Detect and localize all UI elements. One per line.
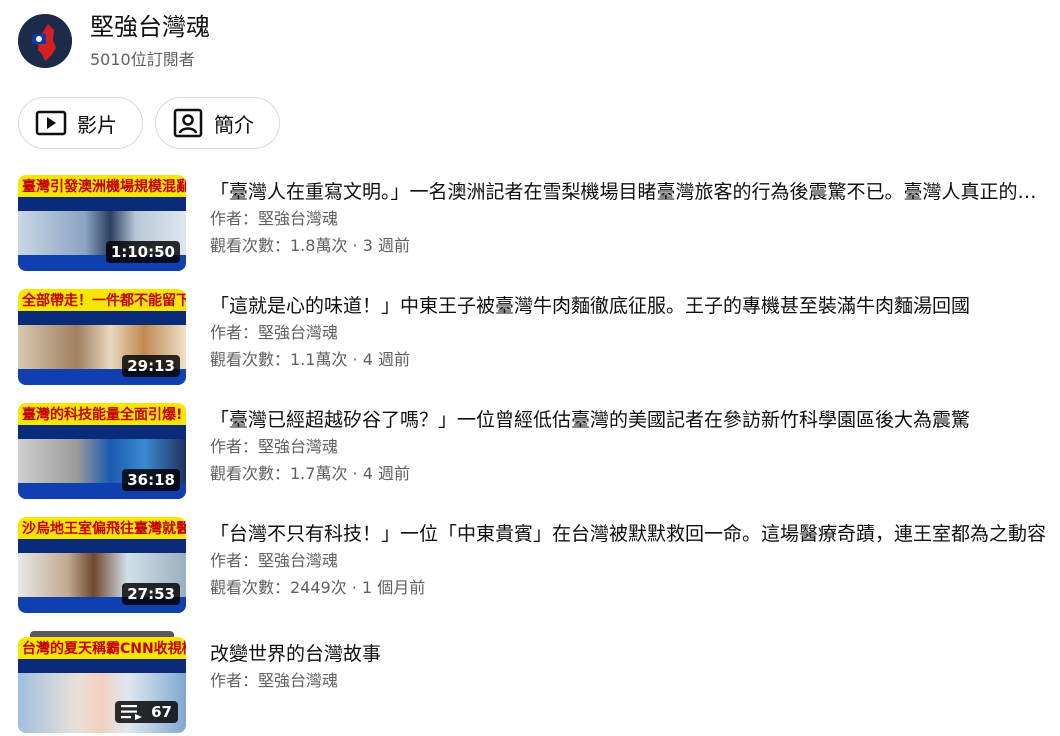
video-thumbnail[interactable]: 全部帶走！一件都不能留下! 29:13 — [18, 289, 186, 385]
thumbnail-headline: 全部帶走！一件都不能留下! — [22, 293, 186, 309]
video-thumbnail[interactable]: 臺灣的科技能量全面引爆! 36:18 — [18, 403, 186, 499]
playlist-item[interactable]: 台灣的夏天稱霸CNN收視榜! 67 改變世界的台灣故事 作者：堅強台灣魂 — [18, 631, 1048, 733]
channel-avatar[interactable] — [18, 14, 72, 68]
channel-header: 堅強台灣魂 5010位訂閱者 — [18, 12, 210, 70]
video-author: 作者：堅強台灣魂 — [210, 437, 339, 456]
tab-about[interactable]: 簡介 — [155, 97, 280, 149]
playlist-title[interactable]: 改變世界的台灣故事 — [210, 641, 1048, 667]
video-title[interactable]: 「這就是心的味道！」中東王子被臺灣牛肉麵徹底征服。王子的專機甚至裝滿牛肉麵湯回國 — [210, 293, 1048, 319]
video-stats: 觀看次數：1.1萬次 · 4 週前 — [210, 350, 410, 369]
video-duration: 29:13 — [122, 355, 180, 377]
profile-icon — [172, 107, 204, 139]
video-duration: 27:53 — [122, 583, 180, 605]
playlist-count: 67 — [151, 703, 172, 721]
video-author: 作者：堅強台灣魂 — [210, 209, 339, 228]
thumbnail-headline: 臺灣引發澳洲機場規模混亂! — [22, 179, 186, 195]
playlist-count-badge: 67 — [115, 701, 178, 723]
video-title[interactable]: 「臺灣人在重寫文明。」一名澳洲記者在雪梨機場目睹臺灣旅客的行為後震驚不已。臺灣人… — [210, 179, 1048, 205]
tab-videos-label: 影片 — [77, 112, 117, 137]
video-item[interactable]: 臺灣的科技能量全面引爆! 36:18 「臺灣已經超越矽谷了嗎？」一位曾經低估臺灣… — [18, 403, 1048, 499]
video-title[interactable]: 「台灣不只有科技！」一位「中東貴賓」在台灣被默默救回一命。這場醫療奇蹟，連王室都… — [210, 521, 1048, 547]
playlist-icon — [121, 705, 143, 720]
video-duration: 36:18 — [122, 469, 180, 491]
subscriber-count: 5010位訂閱者 — [90, 50, 195, 69]
tab-about-label: 簡介 — [214, 112, 254, 137]
video-item[interactable]: 沙烏地王室偏飛往臺灣就醫! 27:53 「台灣不只有科技！」一位「中東貴賓」在台… — [18, 517, 1048, 613]
channel-name: 堅強台灣魂 — [90, 13, 210, 41]
video-stats: 觀看次數：2449次 · 1 個月前 — [210, 578, 426, 597]
video-title[interactable]: 「臺灣已經超越矽谷了嗎？」一位曾經低估臺灣的美國記者在參訪新竹科學園區後大為震驚 — [210, 407, 1048, 433]
video-thumbnail[interactable]: 臺灣引發澳洲機場規模混亂! 1:10:50 — [18, 175, 186, 271]
playlist-thumbnail[interactable]: 台灣的夏天稱霸CNN收視榜! 67 — [18, 637, 186, 733]
thumbnail-headline: 臺灣的科技能量全面引爆! — [22, 407, 183, 423]
play-icon — [35, 107, 67, 139]
video-stats: 觀看次數：1.8萬次 · 3 週前 — [210, 236, 410, 255]
video-stats: 觀看次數：1.7萬次 · 4 週前 — [210, 464, 410, 483]
thumbnail-headline: 台灣的夏天稱霸CNN收視榜! — [22, 641, 186, 657]
playlist-author: 作者：堅強台灣魂 — [210, 671, 339, 690]
thumbnail-headline: 沙烏地王室偏飛往臺灣就醫! — [22, 521, 186, 537]
video-item[interactable]: 全部帶走！一件都不能留下! 29:13 「這就是心的味道！」中東王子被臺灣牛肉麵… — [18, 289, 1048, 385]
channel-tabs: 影片 簡介 — [18, 97, 280, 149]
video-item[interactable]: 臺灣引發澳洲機場規模混亂! 1:10:50 「臺灣人在重寫文明。」一名澳洲記者在… — [18, 175, 1048, 271]
video-thumbnail[interactable]: 沙烏地王室偏飛往臺灣就醫! 27:53 — [18, 517, 186, 613]
video-author: 作者：堅強台灣魂 — [210, 551, 339, 570]
video-author: 作者：堅強台灣魂 — [210, 323, 339, 342]
video-duration: 1:10:50 — [105, 241, 180, 263]
tab-videos[interactable]: 影片 — [18, 97, 143, 149]
